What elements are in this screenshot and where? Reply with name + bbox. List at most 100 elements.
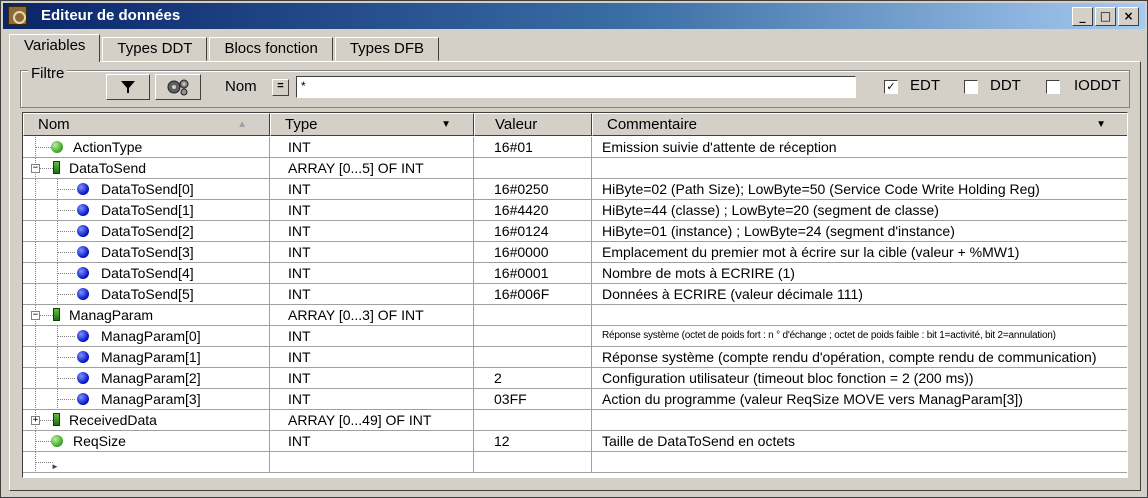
table-row[interactable]: DataToSend[2] INT 16#0124 HiByte=01 (instan… (23, 221, 1127, 242)
cell-commentaire[interactable]: Action du programme (valeur ReqSize MOVE… (592, 389, 1127, 410)
table-row[interactable]: ManagParam[3] INT 03FF Action du programme … (23, 389, 1127, 410)
tab-types-dfb[interactable]: Types DFB (334, 37, 440, 61)
cell-commentaire[interactable]: Réponse système (compte rendu d'opératio… (592, 347, 1127, 368)
cell-valeur[interactable]: 16#0001 (474, 263, 592, 284)
cell-nom[interactable]: − ManagParam (23, 305, 270, 326)
table-row[interactable]: DataToSend[4] INT 16#0001 Nombre de mots à … (23, 263, 1127, 284)
cell-nom[interactable]: ManagParam[0] (23, 326, 270, 347)
cell-valeur[interactable]: 16#01 (474, 137, 592, 158)
table-row[interactable]: ManagParam[2] INT 2 Configuration utilisate… (23, 368, 1127, 389)
collapse-icon[interactable]: − (31, 164, 40, 173)
cell-nom[interactable]: ManagParam[2] (23, 368, 270, 389)
cell-commentaire[interactable]: HiByte=44 (classe) ; LowByte=20 (segment… (592, 200, 1127, 221)
ddt-checkbox[interactable] (964, 80, 978, 94)
cell-valeur[interactable] (474, 347, 592, 368)
cell-nom[interactable]: DataToSend[2] (23, 221, 270, 242)
cell-type[interactable]: INT (270, 200, 474, 221)
cell-type[interactable]: INT (270, 431, 474, 452)
cell-valeur[interactable]: 16#4420 (474, 200, 592, 221)
cell-valeur[interactable] (474, 452, 592, 473)
cell-type[interactable]: INT (270, 137, 474, 158)
cell-commentaire[interactable]: Nombre de mots à ECRIRE (1) (592, 263, 1127, 284)
close-button[interactable]: × (1118, 7, 1139, 26)
table-row[interactable]: ManagParam[1] INT Réponse système (compte … (23, 347, 1127, 368)
table-row[interactable]: DataToSend[3] INT 16#0000 Emplacement du pr… (23, 242, 1127, 263)
cell-valeur[interactable]: 03FF (474, 389, 592, 410)
maximize-button[interactable]: □ (1095, 7, 1116, 26)
cell-commentaire[interactable]: Données à ECRIRE (valeur décimale 111) (592, 284, 1127, 305)
cell-commentaire[interactable]: Réponse système (octet de poids fort : n… (592, 326, 1127, 347)
table-row[interactable]: DataToSend[0] INT 16#0250 HiByte=02 (Path S… (23, 179, 1127, 200)
tab-types-ddt[interactable]: Types DDT (102, 37, 208, 61)
cell-commentaire[interactable]: Emplacement du premier mot à écrire sur … (592, 242, 1127, 263)
column-header-valeur[interactable]: Valeur (474, 113, 592, 136)
ioddt-checkbox[interactable] (1046, 80, 1060, 94)
cell-commentaire[interactable] (592, 452, 1127, 473)
cell-nom[interactable]: ManagParam[1] (23, 347, 270, 368)
table-row[interactable]: + ReceivedData ARRAY [0...49] OF INT (23, 410, 1127, 431)
nom-filter-input[interactable]: * (296, 76, 856, 98)
table-row[interactable]: ► (23, 452, 1127, 473)
cell-nom[interactable]: DataToSend[3] (23, 242, 270, 263)
cell-valeur[interactable] (474, 326, 592, 347)
cell-type[interactable]: ARRAY [0...5] OF INT (270, 158, 474, 179)
table-row[interactable]: DataToSend[5] INT 16#006F Données à ECRIRE … (23, 284, 1127, 305)
cell-valeur[interactable]: 16#0250 (474, 179, 592, 200)
cell-valeur[interactable] (474, 158, 592, 179)
cell-commentaire[interactable]: Emission suivie d'attente de réception (592, 137, 1127, 158)
table-row[interactable]: ActionType INT 16#01 Emission suivie d'atte… (23, 137, 1127, 158)
cell-commentaire[interactable] (592, 158, 1127, 179)
cell-nom[interactable]: − DataToSend (23, 158, 270, 179)
cell-nom[interactable]: ManagParam[3] (23, 389, 270, 410)
tab-blocs-fonction[interactable]: Blocs fonction (209, 37, 333, 61)
cell-commentaire[interactable] (592, 410, 1127, 431)
cell-type[interactable]: INT (270, 284, 474, 305)
configure-filter-button[interactable] (155, 74, 201, 100)
cell-type[interactable]: INT (270, 347, 474, 368)
cell-nom[interactable]: + ReceivedData (23, 410, 270, 431)
cell-type[interactable]: INT (270, 263, 474, 284)
cell-type[interactable]: ARRAY [0...3] OF INT (270, 305, 474, 326)
cell-type[interactable]: INT (270, 242, 474, 263)
cell-type[interactable]: INT (270, 326, 474, 347)
cell-type[interactable]: ARRAY [0...49] OF INT (270, 410, 474, 431)
table-row[interactable]: ReqSize INT 12 Taille de DataToSend en octe… (23, 431, 1127, 452)
table-row[interactable]: − DataToSend ARRAY [0...5] OF INT (23, 158, 1127, 179)
cell-commentaire[interactable] (592, 305, 1127, 326)
filter-button[interactable] (106, 74, 150, 100)
minimize-button[interactable]: _ (1072, 7, 1093, 26)
cell-nom[interactable]: ReqSize (23, 431, 270, 452)
cell-type[interactable]: INT (270, 389, 474, 410)
title-bar[interactable]: Editeur de données _ □ × (3, 3, 1145, 29)
cell-valeur[interactable]: 2 (474, 368, 592, 389)
collapse-icon[interactable]: − (31, 311, 40, 320)
table-row[interactable]: − ManagParam ARRAY [0...3] OF INT (23, 305, 1127, 326)
dropdown-arrow-icon[interactable]: ▼ (441, 114, 451, 135)
cell-nom[interactable]: DataToSend[4] (23, 263, 270, 284)
cell-type[interactable]: INT (270, 368, 474, 389)
cell-type[interactable] (270, 452, 474, 473)
column-header-commentaire[interactable]: Commentaire ▼ (592, 113, 1127, 136)
cell-valeur[interactable]: 16#006F (474, 284, 592, 305)
cell-nom[interactable]: ActionType (23, 137, 270, 158)
cell-nom[interactable]: DataToSend[0] (23, 179, 270, 200)
table-row[interactable]: ManagParam[0] INT Réponse système (octet d… (23, 326, 1127, 347)
cell-valeur[interactable] (474, 305, 592, 326)
cell-valeur[interactable] (474, 410, 592, 431)
expand-icon[interactable]: + (31, 416, 40, 425)
tab-variables[interactable]: Variables (9, 34, 101, 62)
cell-type[interactable]: INT (270, 179, 474, 200)
cell-nom[interactable]: ► (23, 452, 270, 473)
cell-type[interactable]: INT (270, 221, 474, 242)
cell-valeur[interactable]: 12 (474, 431, 592, 452)
table-row[interactable]: DataToSend[1] INT 16#4420 HiByte=44 (classe… (23, 200, 1127, 221)
dropdown-arrow-icon[interactable]: ▼ (1096, 114, 1106, 135)
cell-valeur[interactable]: 16#0124 (474, 221, 592, 242)
cell-nom[interactable]: DataToSend[5] (23, 284, 270, 305)
cell-valeur[interactable]: 16#0000 (474, 242, 592, 263)
cell-commentaire[interactable]: HiByte=02 (Path Size); LowByte=50 (Servi… (592, 179, 1127, 200)
column-header-nom[interactable]: Nom ▲ (23, 113, 270, 136)
equals-operator-button[interactable]: = (272, 79, 289, 96)
cell-nom[interactable]: DataToSend[1] (23, 200, 270, 221)
cell-commentaire[interactable]: Configuration utilisateur (timeout bloc … (592, 368, 1127, 389)
